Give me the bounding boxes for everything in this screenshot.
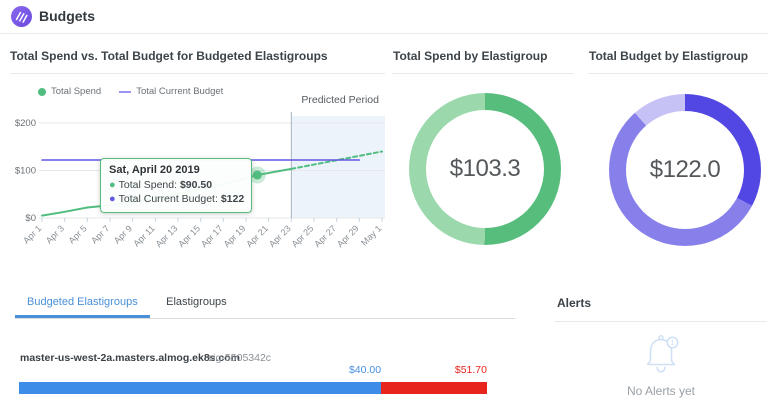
legend-dot-icon <box>38 88 46 96</box>
elastigroup-sig: sig-5505342c <box>208 352 271 364</box>
svg-text:Apr 17: Apr 17 <box>199 223 225 249</box>
total-budget-title: Total Budget by Elastigroup <box>589 49 748 63</box>
svg-text:Apr 15: Apr 15 <box>176 223 202 249</box>
budget-amount-label: $40.00 <box>19 364 381 376</box>
elastigroups-section: Budgeted Elastigroups Elastigroups maste… <box>10 288 515 414</box>
total-spend-title: Total Spend by Elastigroup <box>393 49 547 63</box>
svg-text:Apr 3: Apr 3 <box>44 223 66 245</box>
tooltip-budget-value: $122 <box>221 193 244 205</box>
budget-bar[interactable] <box>19 382 487 394</box>
svg-text:Apr 7: Apr 7 <box>89 223 111 245</box>
total-budget-value: $122.0 <box>626 111 744 229</box>
tab-budgeted-elastigroups[interactable]: Budgeted Elastigroups <box>15 288 150 318</box>
spend-vs-budget-panel: Total Spend vs. Total Budget for Budgete… <box>10 42 385 282</box>
svg-text:Apr 27: Apr 27 <box>312 223 338 249</box>
svg-text:Apr 13: Apr 13 <box>154 223 180 249</box>
panel-divider <box>392 73 574 74</box>
tab-elastigroups[interactable]: Elastigroups <box>154 288 239 318</box>
spend-amount-label: $51.70 <box>455 364 487 376</box>
total-spend-donut[interactable]: $103.3 <box>409 93 561 245</box>
total-spend-panel: Total Spend by Elastigroup $103.3 <box>392 42 574 282</box>
bar-segment-budget <box>19 382 381 394</box>
svg-text:Apr 11: Apr 11 <box>131 223 156 248</box>
total-budget-panel: Total Budget by Elastigroup $122.0 <box>588 42 768 282</box>
bell-icon: 1 <box>638 332 684 381</box>
legend-label: Total Spend <box>51 86 101 97</box>
panel-divider <box>555 321 767 322</box>
total-spend-value: $103.3 <box>426 110 544 228</box>
bar-segment-overspend <box>381 382 487 394</box>
header: Budgets <box>0 0 768 34</box>
chart-tooltip: Sat, April 20 2019 ●Total Spend: $90.50 … <box>100 158 252 213</box>
svg-text:$100: $100 <box>15 166 36 177</box>
tooltip-row-budget: ●Total Current Budget: $122 <box>109 192 243 206</box>
alerts-panel: Alerts 1 No Alerts yet <box>555 288 767 414</box>
svg-text:Apr 19: Apr 19 <box>222 223 248 249</box>
panel-divider <box>10 73 385 74</box>
svg-text:$0: $0 <box>25 213 36 224</box>
chart-legend: Total Spend Total Current Budget <box>38 86 223 97</box>
legend-dash-icon <box>119 91 131 93</box>
svg-text:Apr 23: Apr 23 <box>267 223 293 249</box>
no-alerts-text: No Alerts yet <box>555 384 767 398</box>
tooltip-spend-value: $90.50 <box>180 179 212 191</box>
total-budget-donut[interactable]: $122.0 <box>609 94 761 246</box>
svg-text:Apr 21: Apr 21 <box>244 223 270 249</box>
spend-vs-budget-title: Total Spend vs. Total Budget for Budgete… <box>10 49 328 63</box>
legend-item-total-spend[interactable]: Total Spend <box>38 86 101 97</box>
svg-text:Apr 29: Apr 29 <box>335 223 361 249</box>
tabs: Budgeted Elastigroups Elastigroups <box>15 288 515 319</box>
svg-text:Apr 1: Apr 1 <box>21 223 43 245</box>
svg-text:Apr 25: Apr 25 <box>290 223 316 249</box>
budget-bullet-icon: ● <box>109 193 116 205</box>
svg-text:1: 1 <box>670 338 674 347</box>
tooltip-row-spend: ●Total Spend: $90.50 <box>109 178 243 192</box>
svg-text:Apr 5: Apr 5 <box>66 223 88 245</box>
svg-text:May 1: May 1 <box>359 223 383 247</box>
budget-bar-labels: $40.00 $51.70 <box>19 364 487 378</box>
svg-text:$200: $200 <box>15 118 36 129</box>
legend-item-total-current-budget[interactable]: Total Current Budget <box>119 86 223 97</box>
tooltip-date: Sat, April 20 2019 <box>109 164 243 176</box>
alerts-title: Alerts <box>557 296 591 310</box>
page-title: Budgets <box>39 0 95 32</box>
legend-label: Total Current Budget <box>136 86 223 97</box>
spend-bullet-icon: ● <box>109 179 116 191</box>
panel-divider <box>588 73 768 74</box>
spotinst-logo-icon <box>11 6 32 27</box>
